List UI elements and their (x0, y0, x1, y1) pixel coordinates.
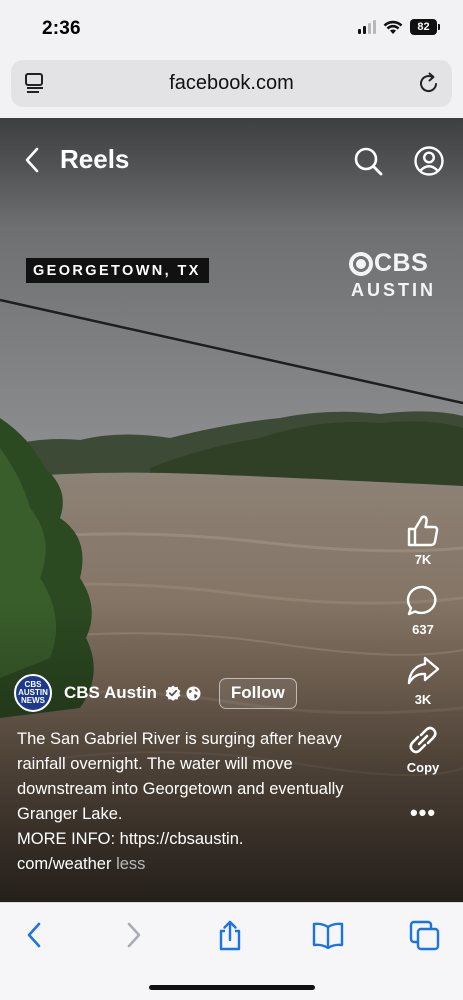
status-time: 2:36 (42, 18, 81, 39)
like-icon[interactable] (406, 514, 440, 548)
url-text[interactable]: facebook.com (11, 72, 452, 95)
reel-video[interactable]: Reels GEORGETOWN, TX CBS AUSTIN 7K 637 3… (0, 118, 463, 902)
cbs-austin-logo: CBS AUSTIN (349, 249, 436, 301)
location-tag: GEORGETOWN, TX (26, 258, 209, 283)
more-options-button[interactable]: ••• (410, 800, 436, 826)
status-indicators: 82 (358, 19, 440, 35)
author-row: CBS AUSTIN NEWS CBS Austin Follow (14, 674, 297, 712)
search-icon[interactable] (352, 145, 384, 177)
share-sheet-icon[interactable] (215, 920, 245, 952)
status-bar: 2:36 82 (0, 0, 463, 58)
battery-indicator: 82 (410, 19, 440, 35)
bookmarks-icon[interactable] (311, 920, 345, 950)
author-name[interactable]: CBS Austin (64, 683, 157, 703)
public-globe-icon (186, 686, 201, 700)
follow-button[interactable]: Follow (218, 677, 297, 709)
reels-title: Reels (60, 144, 130, 174)
home-indicator[interactable] (149, 985, 315, 990)
avatar[interactable]: CBS AUSTIN NEWS (14, 674, 52, 712)
verified-badge-icon (165, 685, 181, 701)
cbs-eye-logo: CBS (349, 249, 436, 278)
share-icon[interactable] (406, 654, 440, 688)
back-chevron-icon[interactable] (22, 146, 42, 174)
copy-link-icon[interactable] (407, 724, 439, 756)
reload-icon[interactable] (417, 71, 441, 95)
like-button[interactable]: 7K (406, 514, 440, 567)
comment-button[interactable]: 637 (406, 584, 440, 637)
cbs-eye-icon (349, 251, 373, 276)
reels-header: Reels (0, 118, 463, 202)
profile-icon[interactable] (413, 145, 445, 177)
caption-text: The San Gabriel River is surging after h… (17, 730, 344, 873)
copy-link-button[interactable]: Copy (406, 724, 440, 775)
forward-icon[interactable] (120, 920, 146, 950)
cellular-signal-icon (358, 20, 376, 34)
logo-station-text: AUSTIN (351, 280, 436, 300)
back-icon[interactable] (22, 920, 48, 950)
reel-actions: 7K 637 3K Copy ••• (397, 514, 449, 826)
logo-mark-text: CBS (374, 249, 429, 277)
copy-label: Copy (406, 760, 440, 775)
share-count: 3K (414, 692, 432, 707)
caption-less-link[interactable]: less (116, 855, 145, 873)
address-bar[interactable]: facebook.com (11, 60, 452, 107)
tabs-icon[interactable] (409, 920, 441, 952)
share-button[interactable]: 3K (406, 654, 440, 707)
wifi-icon (383, 20, 403, 34)
reel-caption[interactable]: The San Gabriel River is surging after h… (17, 727, 387, 877)
comment-icon[interactable] (406, 584, 440, 618)
like-count: 7K (414, 552, 432, 567)
comment-count: 637 (412, 622, 434, 637)
